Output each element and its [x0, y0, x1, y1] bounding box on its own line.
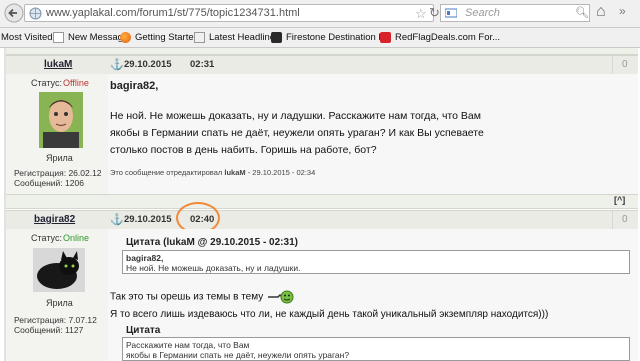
post-author-link[interactable]: bagira82: [34, 214, 75, 225]
previous-post-footer: [6, 48, 638, 55]
post-text-line: Не ной. Не можешь доказать, ну и ладушки…: [110, 110, 481, 122]
author-info: Статус: Offline Ярила Регистрация: 26.02…: [6, 74, 108, 194]
globe-icon: [29, 7, 42, 20]
back-button[interactable]: [4, 3, 24, 23]
bookmarks-toolbar: Most Visited New Message Getting Started…: [0, 28, 640, 48]
divider: [612, 56, 613, 74]
bookmark-firestone[interactable]: Firestone Destination L...: [271, 30, 392, 45]
message-count: Сообщений: 1127: [14, 325, 83, 335]
bookmark-label: Getting Started: [135, 32, 199, 43]
firestone-icon: [271, 32, 282, 43]
rss-icon: [194, 32, 205, 43]
status-offline: Offline: [63, 78, 89, 88]
quote-box: bagira82, Не ной. Не можешь доказать, ну…: [122, 250, 630, 274]
registration-label: Регистрация:: [14, 315, 67, 325]
bookmark-label: Latest Headlines: [209, 32, 280, 43]
avatar: [39, 92, 83, 148]
post-body: bagira82, Не ной. Не можешь доказать, ну…: [108, 74, 638, 194]
bookmark-redflagdeals[interactable]: RedFlagDeals.com For...: [380, 30, 500, 45]
post-date: 29.10.2015: [124, 214, 172, 225]
post-body: Цитата (lukaM @ 29.10.2015 - 02:31) bagi…: [108, 229, 638, 361]
anchor-icon[interactable]: ⚓: [110, 213, 124, 226]
bookmark-label: RedFlagDeals.com For...: [395, 32, 501, 43]
author-info: Статус: Online Ярила Регистрация: 7.07.1…: [6, 229, 108, 361]
status-label: Статус:: [31, 233, 62, 243]
registration-label: Регистрация:: [14, 168, 67, 178]
bookmark-most-visited[interactable]: Most Visited: [1, 30, 53, 45]
post-header: lukaM ⚓ 29.10.2015 02:31 0: [6, 55, 638, 75]
post-text: Не ной. Не можешь доказать, ну и ладушки…: [110, 108, 630, 159]
firefox-icon: [120, 32, 131, 43]
quote-box: Расскажите нам тогда, что Вам якобы в Ге…: [122, 337, 630, 361]
divider: [612, 211, 613, 229]
post-header: bagira82 ⚓ 29.10.2015 02:40 0: [6, 210, 638, 230]
more-tools-icon[interactable]: »: [619, 4, 626, 18]
smiley-gun-icon: [268, 290, 294, 304]
registration-info: Регистрация: 26.02.12: [14, 168, 102, 178]
bookmark-new-message[interactable]: New Message: [53, 30, 128, 45]
page-icon: [53, 32, 64, 43]
post-number-link[interactable]: 0: [622, 59, 628, 70]
bookmark-latest-headlines[interactable]: Latest Headlines: [194, 30, 280, 45]
anchor-icon[interactable]: ⚓: [110, 58, 124, 71]
redflagdeals-icon: [380, 32, 391, 43]
user-rank: Ярила: [46, 298, 73, 308]
messages-label: Сообщений:: [14, 178, 63, 188]
post-time: 02:31: [190, 59, 215, 70]
post-text-line: Я то всего лишь издеваюсь что ли, не каж…: [110, 309, 549, 320]
message-count: Сообщений: 1206: [14, 178, 84, 188]
edit-note-date: - 29.10.2015 - 02:34: [247, 168, 316, 177]
post-text-line: столько постов в день набить. Горишь на …: [110, 144, 377, 156]
status-online: Online: [63, 233, 90, 243]
search-engine-icon[interactable]: [445, 8, 457, 18]
search-input[interactable]: Search: [465, 7, 500, 19]
registration-info: Регистрация: 7.07.12: [14, 315, 97, 325]
edit-note: Это сообщение отредактировал lukaM - 29.…: [110, 168, 315, 178]
bookmark-label: Most Visited: [1, 32, 53, 43]
post-number-link[interactable]: 0: [622, 214, 628, 225]
post-text-line: якобы в Германии спать не даёт, неужели …: [110, 127, 484, 139]
quote-header: Цитата: [126, 325, 161, 336]
browser-toolbar: www.yaplakal.com/forum1/st/775/topic1234…: [0, 0, 640, 28]
url-bar[interactable]: www.yaplakal.com/forum1/st/775/topic1234…: [24, 4, 440, 22]
messages-count: 1127: [65, 325, 84, 335]
quote-author: bagira82,: [126, 253, 164, 263]
status-label: Статус:: [31, 78, 62, 88]
messages-count: 1206: [65, 178, 84, 188]
messages-label: Сообщений:: [14, 325, 63, 335]
back-arrow-icon: [4, 3, 24, 23]
forum-page: lukaM ⚓ 29.10.2015 02:31 0 Статус: Offli…: [0, 48, 640, 361]
quote-header: Цитата (lukaM @ 29.10.2015 - 02:31): [126, 237, 298, 248]
bookmark-getting-started[interactable]: Getting Started: [120, 30, 199, 45]
edit-note-user: lukaM: [224, 168, 246, 177]
url-text: www.yaplakal.com/forum1/st/775/topic1234…: [46, 7, 300, 19]
quote-text: Не ной. Не можешь доказать, ну и ладушки…: [126, 263, 301, 273]
search-box[interactable]: Search 🔍︎: [440, 4, 590, 22]
avatar: [33, 248, 85, 292]
reply-to-name: bagira82,: [110, 80, 159, 92]
quote-text: Расскажите нам тогда, что Вам: [126, 340, 250, 350]
bookmark-label: Firestone Destination L...: [286, 32, 392, 43]
edit-note-prefix: Это сообщение отредактировал: [110, 168, 223, 177]
home-icon[interactable]: ⌂: [596, 3, 606, 21]
post-author-link[interactable]: lukaM: [44, 59, 72, 70]
bookmark-star-icon[interactable]: ☆: [415, 6, 427, 22]
post-date: 29.10.2015: [124, 59, 172, 70]
user-rank: Ярила: [46, 153, 73, 163]
registration-date: 7.07.12: [68, 315, 97, 325]
quote-text: якобы в Германии спать не даёт, неужели …: [126, 350, 350, 360]
post-footer: [^]: [6, 194, 638, 209]
scroll-to-top-button[interactable]: [^]: [614, 195, 625, 205]
search-icon[interactable]: 🔍︎: [575, 6, 589, 19]
registration-date: 26.02.12: [68, 168, 102, 178]
post-text-line: Так это ты орешь из темы в тему: [110, 290, 294, 304]
